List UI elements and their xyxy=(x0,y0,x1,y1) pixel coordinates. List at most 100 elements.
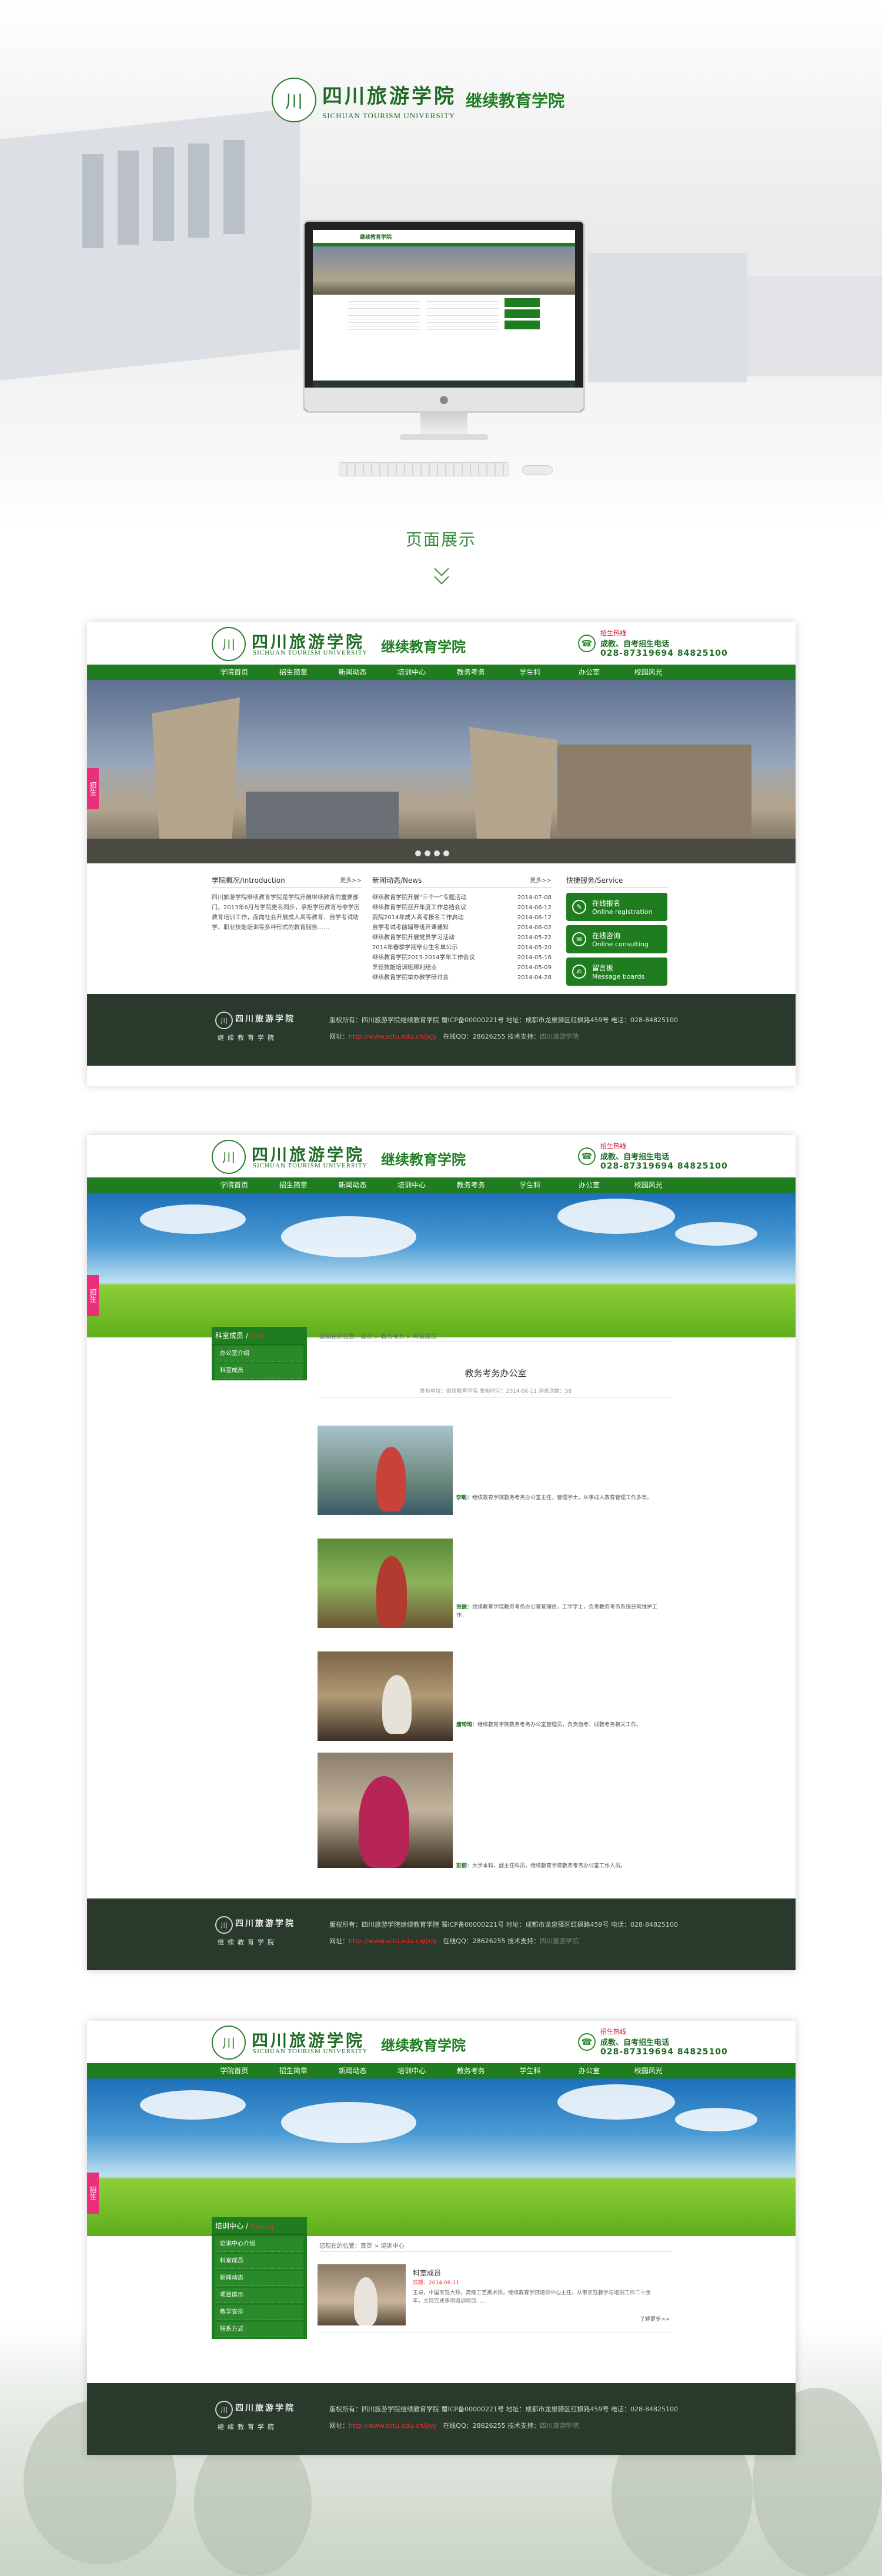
cloud xyxy=(281,1216,416,1257)
nav-item-students[interactable]: 学生科 xyxy=(500,665,560,680)
school-name-cn: 四川旅游学院 xyxy=(322,84,456,108)
staff-desc: 继续教育学院教务考务办公室主任，管理学士，从事成人教育管理工作多年。 xyxy=(472,1495,653,1501)
footer-url[interactable]: http://www.sctu.edu.cn/jxjy xyxy=(349,2422,437,2430)
staff-desc: 继续教育学院教务考务办公室管理员，负责自考、成教考务相关工作。 xyxy=(477,1722,642,1728)
staff-desc: 大学本科，副主任科员，继续教育学院教务考务办公室工作人员。 xyxy=(472,1863,626,1869)
item-title[interactable]: 科室成员 xyxy=(413,2268,441,2278)
mini-columns xyxy=(313,295,575,335)
monitor-stand xyxy=(420,412,467,435)
nav-item-students[interactable]: 学生科 xyxy=(500,2063,560,2078)
nav-item-students[interactable]: 学生科 xyxy=(500,1177,560,1193)
staff-photo xyxy=(318,1539,453,1628)
sidebar-item-staff[interactable]: 科室成员 xyxy=(215,2254,303,2269)
nav-item-news[interactable]: 新闻动态 xyxy=(323,665,382,680)
footer-emblem-icon: 川 xyxy=(215,1916,233,1934)
staff-name: 张振： xyxy=(456,1604,473,1610)
list-item[interactable]: 继续教育学院开展党员学习活动 2014-05-22 xyxy=(372,933,552,943)
footer-line1: 版权所有：四川旅游学院继续教育学院 蜀ICP备00000221号 地址：成都市龙… xyxy=(329,1921,678,1928)
mini-col xyxy=(348,298,420,331)
carousel-dot[interactable] xyxy=(425,850,430,856)
hotline: ☎ 招生热线 成教、自考招生电话 028-87319694 84825100 xyxy=(578,628,728,658)
footer-dept-name: 继续教育学院 xyxy=(218,1938,278,1946)
list-item[interactable]: 继续教育学院举办教学研讨会 2014-04-28 xyxy=(372,973,552,983)
person-figure xyxy=(376,1556,407,1628)
footer-url[interactable]: http://www.sctu.edu.cn/jxjy xyxy=(349,1937,437,1945)
online-registration-button[interactable]: ✎ 在线报名 Online registration xyxy=(566,893,667,921)
department-name: 继续教育学院 xyxy=(466,91,565,111)
page-preview-staff: 川 四川旅游学院 SICHUAN TOURISM UNIVERSITY 继续教育… xyxy=(87,1135,796,1970)
sidebar-item-schedule[interactable]: 教学安排 xyxy=(215,2305,303,2320)
staff-caption: 彭丽：大学本科，副主任科员，继续教育学院教务考务办公室工作人员。 xyxy=(456,1862,668,1870)
nav-item-home[interactable]: 学院首页 xyxy=(205,665,264,680)
side-tab[interactable]: 招生 xyxy=(87,768,99,809)
department-name: 继续教育学院 xyxy=(381,1152,466,1168)
nav-item-exams[interactable]: 教务考务 xyxy=(442,1177,501,1193)
side-tab[interactable]: 招生 xyxy=(87,2173,99,2214)
news-item-title: 自学考试考前辅导班开课通知 xyxy=(372,925,449,931)
nav-item-office[interactable]: 办公室 xyxy=(560,665,619,680)
list-item[interactable]: 继续教育学院2013-2014学年工作会议 2014-05-16 xyxy=(372,953,552,963)
site-header: 川 四川旅游学院 SICHUAN TOURISM UNIVERSITY 继续教育… xyxy=(87,622,796,665)
sidebar-item-news[interactable]: 新闻动态 xyxy=(215,2271,303,2286)
person-figure xyxy=(359,1776,409,1868)
sidebar-item-office-intro[interactable]: 办公室介绍 xyxy=(215,1346,303,1362)
list-item[interactable]: 继续教育学院召开年度工作总结会议 2014-06-12 xyxy=(372,903,552,913)
nav-item-campus[interactable]: 校园风光 xyxy=(619,2063,678,2078)
nav-item-campus[interactable]: 校园风光 xyxy=(619,1177,678,1193)
nav-item-news[interactable]: 新闻动态 xyxy=(323,2063,382,2078)
news-item-date: 2014-05-20 xyxy=(517,945,552,951)
campus-building xyxy=(0,108,300,381)
list-item[interactable]: 我院2014年成人高考报名工作启动 2014-06-12 xyxy=(372,913,552,923)
sidebar-item-intro[interactable]: 培训中心介绍 xyxy=(215,2237,303,2252)
nav-item-home[interactable]: 学院首页 xyxy=(205,1177,264,1193)
sidebar-item-projects[interactable]: 项目展示 xyxy=(215,2288,303,2303)
mini-hero xyxy=(313,246,575,295)
monitor-stand-base xyxy=(400,434,488,440)
footer-dept-name: 继续教育学院 xyxy=(218,2423,278,2431)
nav-item-admissions[interactable]: 招生简章 xyxy=(264,665,323,680)
nav-item-training[interactable]: 培训中心 xyxy=(382,1177,442,1193)
side-tab[interactable]: 招生 xyxy=(87,1275,99,1316)
more-link[interactable]: 更多>> xyxy=(530,875,552,885)
divider xyxy=(319,1341,672,1342)
news-item-title: 烹饪技能培训班顺利结业 xyxy=(372,965,437,971)
list-item[interactable]: 自学考试考前辅导班开课通知 2014-06-02 xyxy=(372,923,552,933)
item-summary: 王卓，中国烹饪大师，高级工艺美术师，继续教育学院培训中心主任，从事烹饪教学与培训… xyxy=(413,2290,652,2304)
sidebar-item-contact[interactable]: 联系方式 xyxy=(215,2322,303,2337)
phone-icon: ☎ xyxy=(578,634,596,652)
nav-item-campus[interactable]: 校园风光 xyxy=(619,665,678,680)
sidebar-item-staff[interactable]: 科室成员 xyxy=(215,1363,303,1379)
nav-item-office[interactable]: 办公室 xyxy=(560,2063,619,2078)
nav-item-exams[interactable]: 教务考务 xyxy=(442,665,501,680)
nav-item-exams[interactable]: 教务考务 xyxy=(442,2063,501,2078)
more-link[interactable]: 更多>> xyxy=(340,875,362,885)
carousel-dot[interactable] xyxy=(443,850,449,856)
carousel-dot[interactable] xyxy=(434,850,440,856)
message-board-button[interactable]: ✍ 留言板 Message boards xyxy=(566,957,667,986)
news-item-title: 我院2014年成人高考报名工作启动 xyxy=(372,915,464,921)
list-item[interactable]: 继续教育学院开展“三个一”专题活动 2014-07-08 xyxy=(372,893,552,903)
nav-item-home[interactable]: 学院首页 xyxy=(205,2063,264,2078)
nav-item-news[interactable]: 新闻动态 xyxy=(323,1177,382,1193)
carousel-dot[interactable] xyxy=(415,850,421,856)
nav-item-training[interactable]: 培训中心 xyxy=(382,665,442,680)
list-item[interactable]: 烹饪技能培训班顺利结业 2014-05-09 xyxy=(372,963,552,973)
monitor-mockup: 继续教育学院 ● xyxy=(303,220,585,413)
sidebar: 培训中心 / Training 培训中心介绍 科室成员 新闻动态 项目展示 教学… xyxy=(212,2217,307,2339)
read-more-link[interactable]: 了解更多>> xyxy=(640,2315,670,2323)
school-emblem-icon: 川 xyxy=(212,1140,246,1174)
news-item-date: 2014-05-16 xyxy=(517,955,552,961)
footer-url[interactable]: http://www.sctu.edu.cn/jxjy xyxy=(349,1033,437,1040)
footer-line2: 网址：http://www.sctu.edu.cn/jxjy 在线QQ：2862… xyxy=(329,2421,579,2430)
news-item-date: 2014-06-02 xyxy=(517,925,552,931)
nav-item-admissions[interactable]: 招生简章 xyxy=(264,2063,323,2078)
banner-sky: 招生 xyxy=(87,1193,796,1337)
nav-item-office[interactable]: 办公室 xyxy=(560,1177,619,1193)
list-item[interactable]: 2014年春季学期毕业生名单公示 2014-05-20 xyxy=(372,943,552,953)
hero-banner: 招生 xyxy=(87,680,796,863)
online-consulting-button[interactable]: ✉ 在线咨询 Online consulting xyxy=(566,925,667,953)
service-header: 快捷服务/Service xyxy=(566,875,669,888)
chat-icon: ✉ xyxy=(572,932,586,946)
nav-item-training[interactable]: 培训中心 xyxy=(382,2063,442,2078)
nav-item-admissions[interactable]: 招生简章 xyxy=(264,1177,323,1193)
